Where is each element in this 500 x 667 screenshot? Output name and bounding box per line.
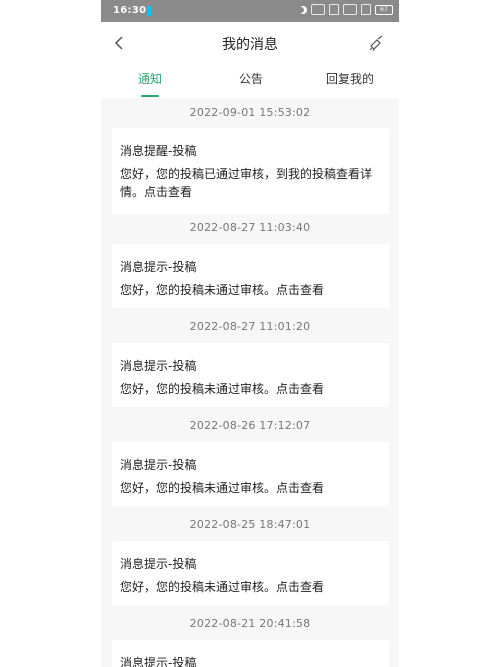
status-time: 16:30 xyxy=(113,5,147,16)
signal-2-icon xyxy=(361,4,371,15)
page-title: 我的消息 xyxy=(222,37,278,53)
message-card[interactable]: 消息提示-投稿 您好，您的投稿未通过审核。点击查看 xyxy=(112,244,389,308)
dnd-moon-icon xyxy=(299,6,307,14)
message-timestamp: 2022-08-27 11:03:40 xyxy=(189,221,311,234)
signal-icon xyxy=(329,4,339,15)
message-body: 您好，您的投稿未通过审核。点击查看 xyxy=(120,382,325,396)
tab-announcements[interactable]: 公告 xyxy=(211,70,291,87)
tab-replies[interactable]: 回复我的 xyxy=(310,70,390,87)
message-body: 您好，您的投稿已通过审核，到我的投稿查看详情。点击查看 xyxy=(120,167,373,199)
phone-screen: 16:30 67 我的消息 通知 公告 回复我的 2022-09-01 15:5… xyxy=(101,0,399,667)
clear-broom-icon[interactable] xyxy=(367,34,385,52)
message-title: 消息提示-投稿 xyxy=(120,557,197,571)
message-timestamp: 2022-08-26 17:12:07 xyxy=(189,419,311,432)
message-title: 消息提示-投稿 xyxy=(120,260,197,274)
message-body: 您好，您的投稿未通过审核。点击查看 xyxy=(120,283,325,297)
message-body: 您好，您的投稿未通过审核。点击查看 xyxy=(120,580,325,594)
wifi-icon xyxy=(343,4,357,15)
network-speed-icon xyxy=(311,4,325,15)
tab-notifications[interactable]: 通知 xyxy=(110,70,190,87)
app-indicator-icon xyxy=(147,6,151,16)
message-card[interactable]: 消息提醒-投稿 您好，您的投稿已通过审核，到我的投稿查看详情。点击查看 xyxy=(112,128,389,214)
message-title: 消息提示-投稿 xyxy=(120,656,197,667)
message-card[interactable]: 消息提示-投稿 您好，您的投稿未通过审核。点击查看 xyxy=(112,541,389,605)
active-tab-indicator xyxy=(141,95,159,97)
message-body: 您好，您的投稿未通过审核。点击查看 xyxy=(120,481,325,495)
navigation-bar: 我的消息 xyxy=(101,22,399,64)
message-card[interactable]: 消息提示-投稿 您好，您的投稿未通过审核。点击查看 xyxy=(112,442,389,506)
tab-bar: 通知 公告 回复我的 xyxy=(101,64,399,98)
message-title: 消息提醒-投稿 xyxy=(120,144,197,158)
message-title: 消息提示-投稿 xyxy=(120,458,197,472)
message-card[interactable]: 消息提示-投稿 您好，您的投稿未通过审核。点击查看 xyxy=(112,343,389,407)
status-bar: 16:30 67 xyxy=(101,0,399,22)
message-card[interactable]: 消息提示-投稿 xyxy=(112,640,389,667)
message-timestamp: 2022-08-27 11:01:20 xyxy=(189,320,311,333)
battery-icon: 67 xyxy=(375,4,393,15)
message-timestamp: 2022-09-01 15:53:02 xyxy=(189,106,311,119)
status-icons: 67 xyxy=(299,4,393,15)
message-timestamp: 2022-08-25 18:47:01 xyxy=(189,518,311,531)
message-timestamp: 2022-08-21 20:41:58 xyxy=(189,617,311,630)
message-title: 消息提示-投稿 xyxy=(120,359,197,373)
